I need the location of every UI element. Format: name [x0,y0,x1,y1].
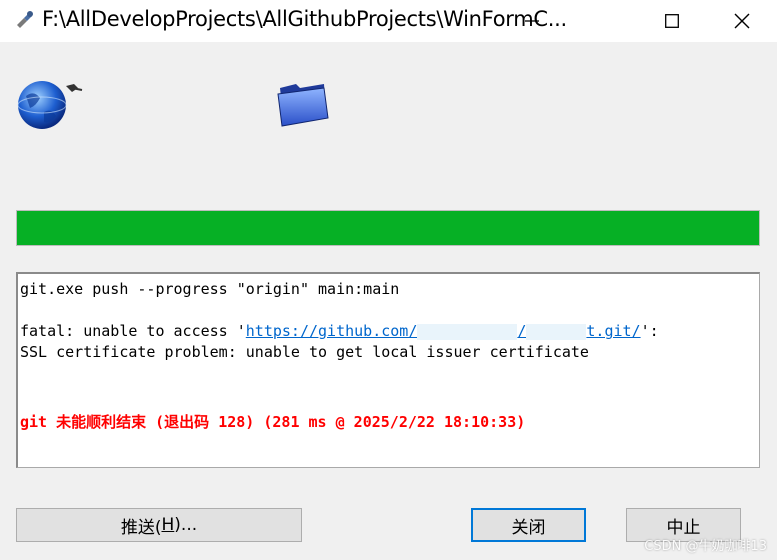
window-title: F:\AllDevelopProjects\AllGithubProjects\… [42,7,567,31]
redacted-segment [526,323,587,340]
watermark: CSDN @牛奶咖啡13 [644,539,767,554]
result-line: git 未能顺利结束 (退出码 128) (281 ms @ 2025/2/22… [20,413,526,431]
repo-link[interactable]: https://github.com/ / t.git/ [246,322,641,340]
minimize-button[interactable] [497,0,567,42]
repo-link-mid: / [517,322,527,340]
folder-icon [277,84,329,127]
tortoisegit-icon [17,11,33,28]
progress-fill [17,211,759,245]
output-log[interactable]: git.exe push --progress "origin" main:ma… [16,272,760,468]
minimize-icon [525,20,539,22]
progress-bar [16,210,760,246]
fatal-suffix: ': [640,322,659,340]
maximize-button[interactable] [637,0,707,42]
push-label-suffix: )... [174,515,198,535]
close-icon [734,13,750,29]
maximize-icon [665,14,679,28]
repo-link-start: https://github.com/ [245,322,418,340]
close-window-button[interactable] [707,0,777,42]
push-label-prefix: 推送( [120,517,162,538]
title-bar: F:\AllDevelopProjects\AllGithubProjects\… [0,0,777,42]
globe-icon [17,81,83,129]
fatal-line: fatal: unable to access 'https://github.… [20,322,659,340]
repo-link-end: t.git/ [586,322,641,340]
push-shortcut-key: H [161,515,175,535]
push-button[interactable]: 推送(H)... [16,508,302,542]
ssl-error-line: SSL certificate problem: unable to get l… [20,343,589,361]
redacted-segment [417,323,518,340]
command-line: git.exe push --progress "origin" main:ma… [20,280,400,298]
close-button[interactable]: 关闭 [471,508,586,542]
fatal-prefix: fatal: unable to access ' [20,322,246,340]
